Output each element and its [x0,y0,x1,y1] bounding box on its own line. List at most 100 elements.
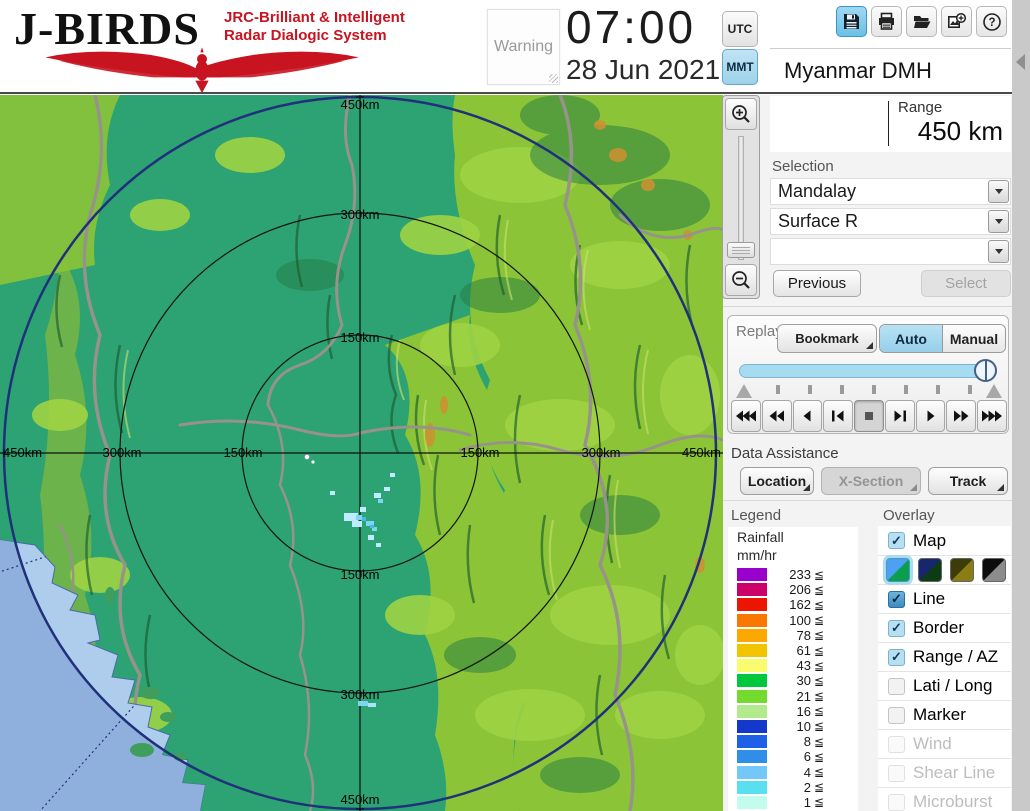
replay-slider[interactable] [739,364,997,378]
play-button[interactable] [915,400,946,432]
map-style-row [878,555,1011,584]
print-button[interactable] [871,6,902,37]
wind-checkbox[interactable] [888,735,905,753]
legend-leq: ≦ [814,704,825,719]
chevron-down-icon [994,219,1003,224]
range-end-marker[interactable] [986,384,1002,398]
option-dropdown-button[interactable] [988,240,1009,263]
slider-handle[interactable] [974,359,997,382]
step-forward-button[interactable] [884,400,915,432]
legend-leq: ≦ [814,719,825,734]
legend-entry: 1 ≦ [737,795,855,810]
range-az-label: Range / AZ [913,647,999,666]
map-style-4-button[interactable] [982,558,1006,582]
legend-swatch [737,765,767,779]
collapse-arrow-icon[interactable] [1016,54,1025,70]
mmt-button[interactable]: MMT [722,49,758,85]
track-button[interactable]: Track [928,467,1008,495]
legend-value: 21 [796,688,811,704]
shear-line-checkbox[interactable] [888,764,905,782]
add-image-icon [948,12,967,28]
zoom-in-button[interactable] [725,98,757,130]
legend-entry: 16 ≦ [737,704,855,719]
select-button[interactable]: Select [921,270,1011,297]
legend-swatch [737,689,767,703]
overlay-row-line: ✓ Line [878,584,1011,613]
fast-rewind-button[interactable] [761,400,792,432]
auto-button[interactable]: Auto [880,325,943,352]
replay-mode-group: Auto Manual [879,324,1006,353]
border-checkbox[interactable]: ✓ [888,619,905,637]
legend-leq: ≦ [814,780,825,795]
ring-label: 450km [682,445,721,460]
range-start-marker[interactable] [736,384,752,398]
legend-entries: 233 ≦ 206 ≦ 162 ≦ 100 ≦ 78 ≦ 61 ≦ 43 ≦ 30 ≦ 21 ≦ 16 ≦ 10 ≦ 8 ≦ 6… [737,567,855,810]
line-checkbox[interactable]: ✓ [888,590,905,608]
legend-entry: 206 ≦ [737,582,855,597]
range-box: Range 450 km [770,96,1011,152]
step-back-button[interactable] [823,400,854,432]
add-image-button[interactable] [941,6,972,37]
legend-entry: 78 ≦ [737,628,855,643]
product-dropdown-button[interactable] [988,210,1009,233]
radar-map[interactable]: 450km 300km 150km 150km 300km 450km 450k… [0,93,725,811]
legend-units: mm/hr [737,547,777,563]
separator [723,500,1012,501]
manual-button[interactable]: Manual [943,325,1005,352]
legend-swatch [737,583,767,597]
warning-panel[interactable]: Warning [487,9,560,85]
site-dropdown-button[interactable] [988,180,1009,203]
shear-line-label: Shear Line [913,763,996,782]
map-style-1-button[interactable] [886,558,910,582]
stop-button[interactable] [854,400,884,432]
option-dropdown[interactable] [770,238,1011,265]
legend-value: 8 [803,734,811,750]
range-az-checkbox[interactable]: ✓ [888,648,905,666]
help-button[interactable]: ? [976,6,1007,37]
legend-value: 43 [796,658,811,674]
panel-collapse-strip[interactable] [1012,0,1030,811]
legend-swatch [737,735,767,749]
open-folder-button[interactable] [906,6,937,37]
x-section-button[interactable]: X-Section [821,467,921,495]
overlay-row-marker: Marker [878,700,1011,729]
save-button[interactable] [836,6,867,37]
lati-long-checkbox[interactable] [888,677,905,695]
skip-to-start-icon [735,410,756,422]
replay-label: Replay [736,323,783,340]
location-button[interactable]: Location [740,467,814,495]
skip-to-end-icon [982,410,1003,422]
legend-value: 78 [796,627,811,643]
legend-leq: ≦ [814,628,825,643]
ring-label: 150km [460,445,499,460]
utc-button[interactable]: UTC [722,11,758,47]
legend-leq: ≦ [814,765,825,780]
skip-to-end-button[interactable] [977,400,1008,432]
marker-checkbox[interactable] [888,706,905,724]
map-checkbox[interactable]: ✓ [888,532,905,549]
resize-grip-icon[interactable] [549,74,558,83]
skip-to-start-button[interactable] [731,400,761,432]
slider-tick [776,385,780,394]
zoom-slider-handle[interactable] [727,242,755,258]
map-style-2-button[interactable] [918,558,942,582]
print-icon [879,12,894,30]
bookmark-button[interactable]: Bookmark [777,324,877,353]
fast-forward-button[interactable] [946,400,977,432]
product-dropdown[interactable]: Surface R [770,208,1011,235]
previous-button[interactable]: Previous [773,270,861,297]
site-dropdown[interactable]: Mandalay [770,178,1011,205]
ring-label: 300km [581,445,620,460]
map-style-3-button[interactable] [950,558,974,582]
legend-entry: 6 ≦ [737,749,855,764]
range-label: Range [898,99,943,116]
microburst-checkbox[interactable] [888,793,905,811]
zoom-out-button[interactable] [725,264,757,296]
play-reverse-button[interactable] [792,400,823,432]
lati-long-label: Lati / Long [913,676,993,695]
da-button-label: Location [747,473,807,489]
product-dropdown-value: Surface R [778,211,859,231]
station-box: Myanmar DMH [770,48,1011,92]
overlay-row-map: ✓ Map [878,526,1011,555]
toolbar: ? [836,6,1007,37]
